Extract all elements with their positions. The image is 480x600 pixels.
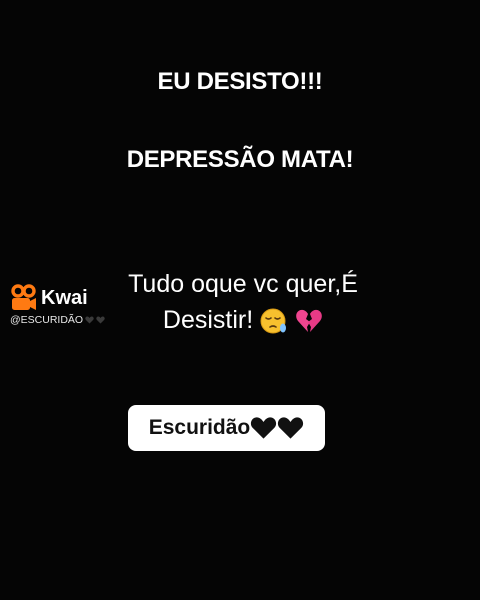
sleepy-face-icon [260,308,287,334]
kwai-brand: Kwai [10,284,105,312]
creator-handle-row: @ESCURIDÃO [10,314,105,326]
black-heart-icon [96,316,105,324]
creator-handle: @ESCURIDÃO [10,314,84,326]
message-line-2-row: Desistir! [98,302,388,338]
escuridao-badge: Escuridão [128,405,325,451]
kwai-app-name: Kwai [41,286,88,309]
broken-heart-icon [296,310,322,333]
headline-eu-desisto: EU DESISTO!!! [157,68,323,95]
kwai-logo-icon [11,284,36,310]
black-heart-icon [251,417,277,439]
headline-depressao-mata: DEPRESSÃO MATA! [126,146,354,173]
message-text-block: Tudo oque vc quer,É Desistir! [98,266,388,338]
black-heart-icon [85,316,94,324]
badge-label: Escuridão [148,416,251,439]
black-heart-icon [278,417,304,439]
kwai-watermark: Kwai @ESCURIDÃO [10,284,105,326]
video-frame: EU DESISTO!!! DEPRESSÃO MATA! Tudo oque … [0,0,480,600]
message-line-2: Desistir! [162,306,254,334]
message-line-1: Tudo oque vc quer,É [128,270,358,298]
